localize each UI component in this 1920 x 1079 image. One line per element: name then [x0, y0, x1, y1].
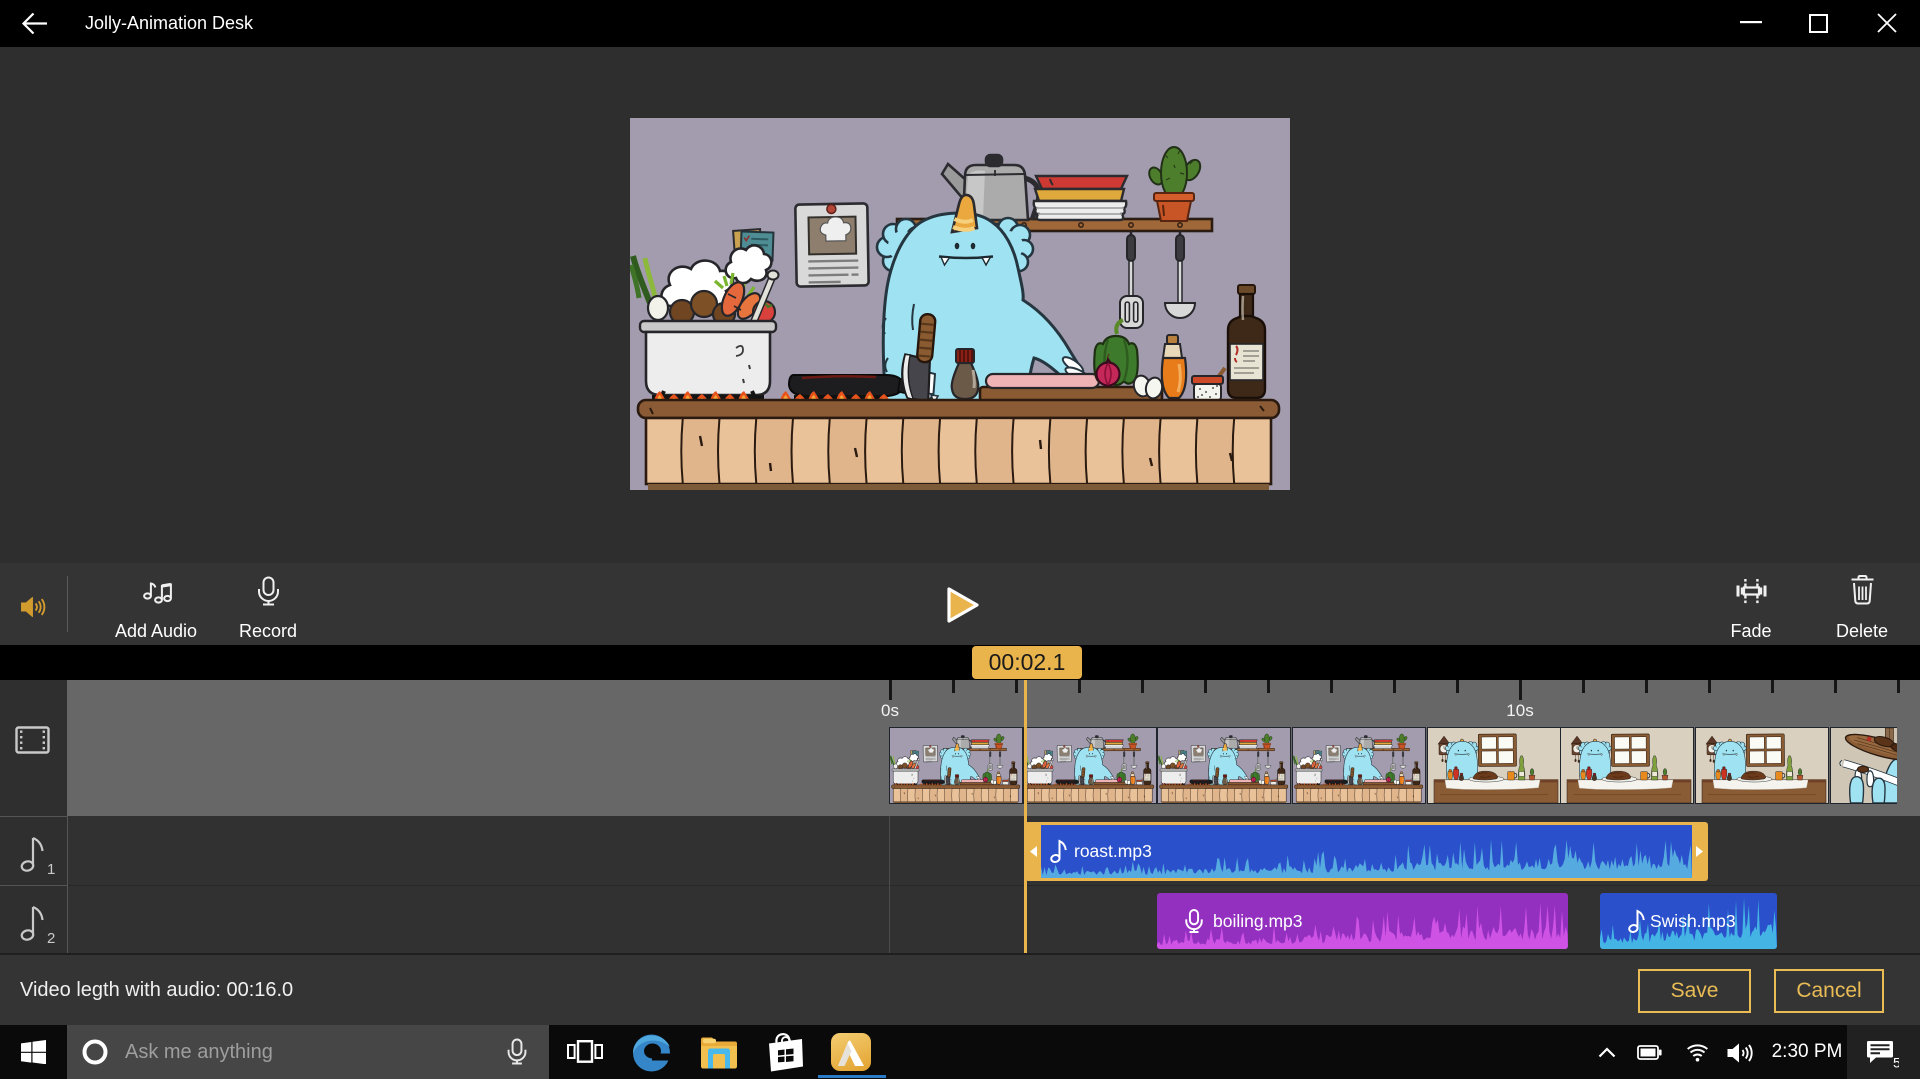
- svg-text:2: 2: [47, 930, 55, 944]
- svg-text:1: 1: [47, 861, 55, 875]
- svg-text:5: 5: [1893, 1055, 1899, 1069]
